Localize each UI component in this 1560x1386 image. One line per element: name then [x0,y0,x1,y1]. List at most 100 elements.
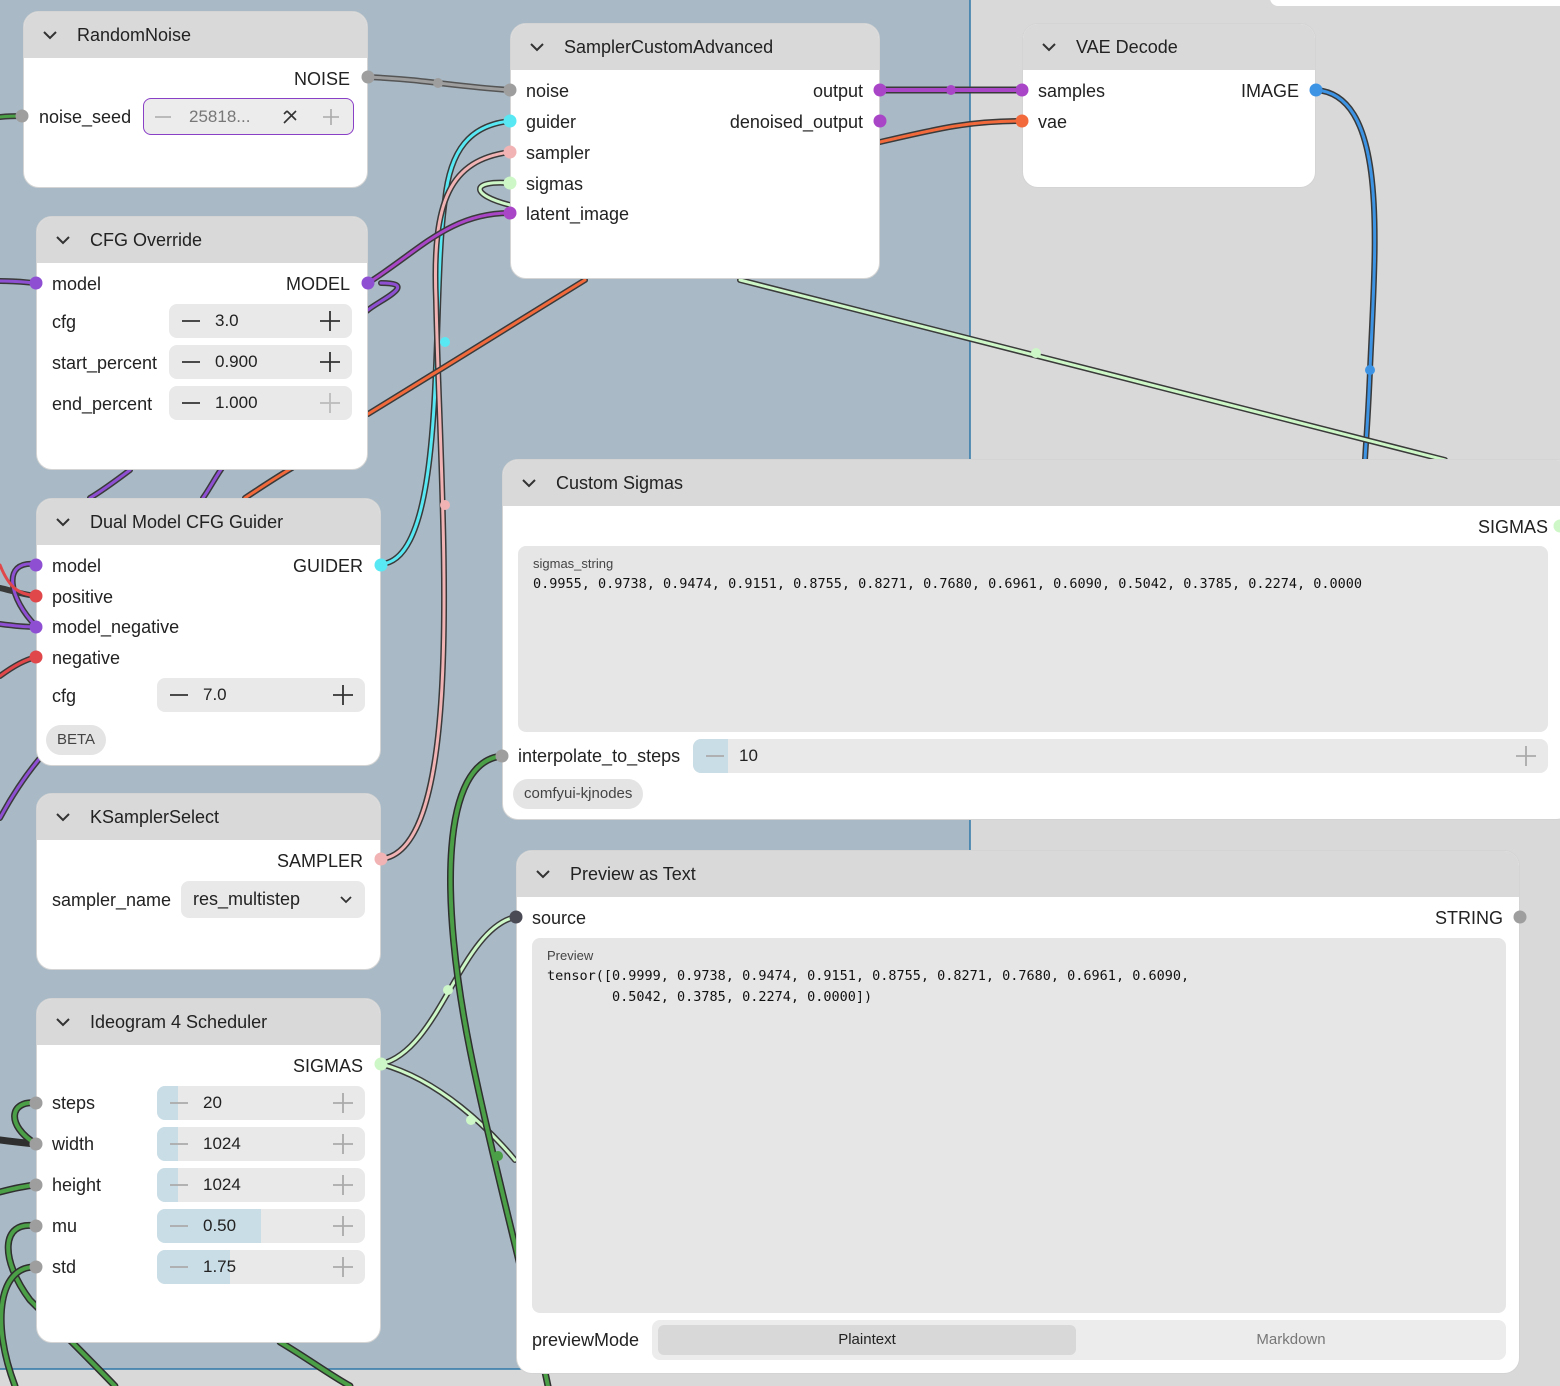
output-label-sampler: SAMPLER [276,851,363,871]
increment-icon[interactable] [318,386,342,420]
steps-slider[interactable]: 20 [157,1086,365,1120]
input-label-positive: positive [52,587,114,607]
source-badge: comfyui-kjnodes [513,779,644,809]
collapse-chevron-icon[interactable] [533,864,553,884]
node-ideogram-scheduler[interactable]: Ideogram 4 Scheduler SIGMAS steps 20 width… [36,998,381,1343]
end-percent-value: 1.000 [215,393,258,412]
output-label-image: IMAGE [1240,81,1299,101]
node-preview-as-text[interactable]: Preview as Text source STRING Preview te… [516,850,1520,1374]
node-random-noise[interactable]: RandomNoise NOISE noise_seed 25818... [23,11,368,188]
collapse-chevron-icon[interactable] [527,37,547,57]
increment-icon[interactable] [331,1127,355,1161]
node-header[interactable]: SamplerCustomAdvanced [511,24,879,70]
input-label-samples: samples [1038,81,1106,101]
steps-value: 20 [203,1093,222,1112]
node-vae-decode[interactable]: VAE Decode samples vae IMAGE [1022,23,1316,188]
output-label-model: MODEL [285,274,350,294]
increment-icon[interactable] [322,108,340,126]
input-label-source: source [532,908,587,928]
end-percent-stepper[interactable]: 1.000 [169,386,352,420]
node-header[interactable]: VAE Decode [1023,24,1315,70]
start-percent-value: 0.900 [215,352,258,371]
widget-label-steps: steps [52,1093,96,1113]
increment-icon[interactable] [318,345,342,379]
interpolate-to-steps-value: 10 [739,746,758,765]
widget-label-std: std [52,1257,77,1277]
mu-slider[interactable]: 0.50 [157,1209,365,1243]
node-title: VAE Decode [1076,37,1178,57]
input-label-vae: vae [1038,112,1068,132]
sigmas-string-textarea[interactable]: sigmas_string 0.9955, 0.9738, 0.9474, 0.… [518,546,1548,732]
widget-label-cfg: cfg [52,312,77,332]
node-header[interactable]: Preview as Text [517,851,1519,897]
noise-seed-widget[interactable]: 25818... [143,98,354,135]
increment-icon[interactable] [331,1209,355,1243]
std-slider[interactable]: 1.75 [157,1250,365,1284]
increment-icon[interactable] [1514,739,1538,773]
node-sampler-custom-advanced[interactable]: SamplerCustomAdvanced noise guider sampl… [510,23,880,279]
sampler-name-select[interactable]: res_multistep [181,881,365,918]
decrement-icon[interactable] [167,1086,191,1120]
node-title: SamplerCustomAdvanced [564,37,774,57]
preview-value: tensor([0.9999, 0.9738, 0.9474, 0.9151, … [547,968,1190,1005]
decrement-icon[interactable] [167,1127,191,1161]
preview-mode-markdown[interactable]: Markdown [1082,1325,1500,1355]
output-label-sigmas: SIGMAS [1478,517,1549,537]
node-header[interactable]: Dual Model CFG Guider [37,499,380,545]
preview-mode-toggle[interactable]: Plaintext Markdown [652,1320,1506,1360]
decrement-icon[interactable] [167,1209,191,1243]
increment-icon[interactable] [318,304,342,338]
output-label-noise: NOISE [293,69,350,89]
increment-icon[interactable] [331,1250,355,1284]
node-dual-model-cfg-guider[interactable]: Dual Model CFG Guider model GUIDER posit… [36,498,381,766]
node-header[interactable]: RandomNoise [24,12,367,58]
increment-icon[interactable] [331,1086,355,1120]
preview-textarea[interactable]: Preview tensor([0.9999, 0.9738, 0.9474, … [532,938,1506,1313]
output-label-denoised-output: denoised_output [729,112,863,132]
increment-icon[interactable] [331,678,355,712]
width-slider[interactable]: 1024 [157,1127,365,1161]
interpolate-to-steps-stepper[interactable]: 10 [693,739,1548,773]
node-header[interactable]: Custom Sigmas [503,460,1560,506]
node-ksampler-select[interactable]: KSamplerSelect SAMPLER sampler_name res_… [36,793,381,970]
decrement-icon[interactable] [703,739,727,773]
collapse-chevron-icon[interactable] [53,1012,73,1032]
collapse-chevron-icon[interactable] [1039,37,1059,57]
node-header[interactable]: Ideogram 4 Scheduler [37,999,380,1045]
cfg-stepper[interactable]: 3.0 [169,304,352,338]
collapse-chevron-icon[interactable] [53,230,73,250]
randomize-dice-icon[interactable] [281,108,299,126]
beta-badge: BETA [46,725,107,755]
decrement-icon[interactable] [167,1250,191,1284]
preview-mode-plaintext[interactable]: Plaintext [658,1325,1076,1355]
start-percent-stepper[interactable]: 0.900 [169,345,352,379]
std-value: 1.75 [203,1257,237,1276]
decrement-icon[interactable] [167,1168,191,1202]
decrement-icon[interactable] [179,386,203,420]
guider-cfg-stepper[interactable]: 7.0 [157,678,365,712]
offscreen-panel [1270,0,1560,6]
node-header[interactable]: CFG Override [37,217,367,263]
input-label-model: model [52,274,102,294]
widget-label-noise-seed: noise_seed [39,107,132,127]
noise-seed-value: 25818... [189,107,251,126]
widget-label-height: height [52,1175,102,1195]
input-label-sampler: sampler [526,143,591,163]
node-header[interactable]: KSamplerSelect [37,794,380,840]
height-value: 1024 [203,1175,241,1194]
node-cfg-override[interactable]: CFG Override model MODEL cfg 3.0 start_p… [36,216,368,470]
collapse-chevron-icon[interactable] [40,25,60,45]
decrement-icon[interactable] [154,108,172,126]
decrement-icon[interactable] [179,304,203,338]
increment-icon[interactable] [331,1168,355,1202]
collapse-chevron-icon[interactable] [53,807,73,827]
decrement-icon[interactable] [179,345,203,379]
node-title: Preview as Text [570,864,696,884]
height-slider[interactable]: 1024 [157,1168,365,1202]
node-title: RandomNoise [77,25,192,45]
collapse-chevron-icon[interactable] [519,473,539,493]
node-title: Ideogram 4 Scheduler [90,1012,268,1032]
decrement-icon[interactable] [167,678,191,712]
collapse-chevron-icon[interactable] [53,512,73,532]
node-custom-sigmas[interactable]: Custom Sigmas SIGMAS sigmas_string 0.995… [502,459,1560,820]
